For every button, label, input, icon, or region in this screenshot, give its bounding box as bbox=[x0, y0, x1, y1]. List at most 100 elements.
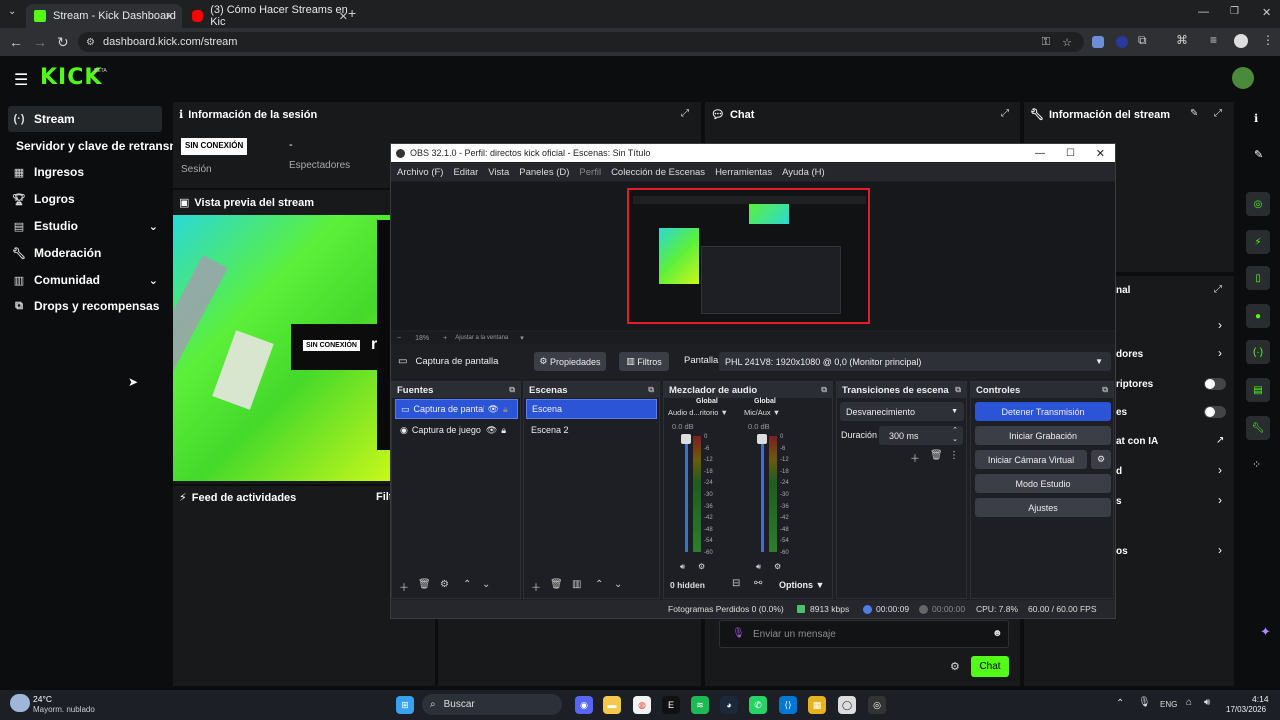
chat-message-input[interactable]: 🎙︎ Enviar un mensaje ☻ bbox=[719, 620, 1009, 648]
studio-mode-button[interactable]: Modo Estudio bbox=[975, 474, 1111, 493]
sidebar-item-moderacion[interactable]: 🔧︎ Moderación bbox=[8, 240, 162, 266]
virtual-camera-button[interactable]: Iniciar Cámara Virtual bbox=[975, 450, 1087, 469]
hamburger-menu-icon[interactable]: ☰ bbox=[14, 70, 28, 90]
tab-kick-dashboard[interactable]: Stream - Kick Dashboard ✕ bbox=[26, 4, 182, 28]
source-item-screen[interactable]: ▭ Captura de pantalla 👁︎ 🔒︎ bbox=[395, 399, 518, 419]
user-avatar[interactable] bbox=[1232, 67, 1254, 89]
move-up-icon[interactable]: ⌃ bbox=[463, 579, 471, 590]
dock-menu-icon[interactable]: ⧉ bbox=[821, 385, 827, 395]
sidebar-item-stream[interactable]: (·) Stream bbox=[8, 106, 162, 132]
scene-item[interactable]: Escena 2 bbox=[526, 420, 657, 440]
sidebar-item-logros[interactable]: 🏆︎ Logros bbox=[8, 186, 162, 212]
link-icon[interactable]: ⚯ bbox=[754, 578, 762, 589]
add-icon[interactable]: ＋ bbox=[531, 579, 541, 594]
lock-icon[interactable]: 🔒︎ bbox=[501, 425, 506, 436]
lock-icon[interactable]: 🔒︎ bbox=[503, 404, 508, 415]
info-icon[interactable]: ℹ bbox=[1254, 112, 1258, 125]
dock-menu-icon[interactable]: ⧉ bbox=[955, 385, 961, 395]
edit-icon[interactable]: ✎ bbox=[1190, 108, 1198, 119]
volume-fader[interactable] bbox=[685, 436, 688, 552]
transition-select[interactable]: Desvanecimiento ▼ bbox=[840, 402, 964, 421]
chrome-icon[interactable]: ◍ bbox=[633, 696, 651, 714]
sidebar-item-comunidad[interactable]: ▥ Comunidad ⌄ bbox=[8, 267, 162, 293]
chevron-down-icon[interactable]: ⌄ bbox=[149, 274, 158, 287]
wrench-icon[interactable]: 🔧︎ bbox=[1246, 416, 1270, 440]
move-down-icon[interactable]: ⌄ bbox=[614, 579, 622, 590]
chat-icon[interactable]: ● bbox=[1246, 304, 1270, 328]
clock-time[interactable]: 4:14 bbox=[1252, 694, 1269, 704]
profile-icon[interactable] bbox=[1234, 34, 1248, 48]
obs-preview-area[interactable] bbox=[391, 182, 1115, 330]
zoom-out-icon[interactable]: − bbox=[397, 335, 401, 342]
discord-icon[interactable]: ◉ bbox=[575, 696, 593, 714]
menu-paneles[interactable]: Paneles (D) bbox=[519, 167, 569, 178]
maximize-window-icon[interactable]: ❐ bbox=[1230, 6, 1239, 17]
back-icon[interactable]: ← bbox=[9, 34, 23, 50]
move-down-icon[interactable]: ⌄ bbox=[482, 579, 490, 590]
eye-icon[interactable]: 👁︎ bbox=[486, 425, 497, 436]
hidden-count[interactable]: 0 hidden bbox=[670, 580, 705, 590]
scene-item[interactable]: Escena bbox=[526, 399, 657, 419]
settings-button[interactable]: Ajustes bbox=[975, 498, 1111, 517]
chevron-down-icon[interactable]: ⌄ bbox=[149, 220, 158, 233]
options-menu[interactable]: Options ▼ bbox=[779, 580, 824, 590]
close-window-icon[interactable]: ✕ bbox=[1262, 6, 1271, 19]
app-icon[interactable]: ▦ bbox=[808, 696, 826, 714]
close-icon[interactable]: ✕ bbox=[1096, 147, 1105, 160]
start-recording-button[interactable]: Iniciar Grabación bbox=[975, 426, 1111, 445]
expand-icon[interactable]: ⤢ bbox=[681, 108, 689, 119]
source-item-game[interactable]: ◉ Captura de juego 👁︎ 🔒︎ bbox=[395, 420, 518, 440]
microphone-icon[interactable]: 🎙︎ bbox=[732, 628, 745, 639]
volume-fader[interactable] bbox=[761, 436, 764, 552]
minimize-icon[interactable]: — bbox=[1035, 148, 1045, 159]
star-icon[interactable]: ☆ bbox=[1062, 36, 1072, 49]
virtual-camera-settings-button[interactable]: ⚙ bbox=[1091, 450, 1111, 469]
preview-canvas[interactable] bbox=[627, 188, 870, 324]
bolt-icon[interactable]: ⚡ bbox=[1246, 230, 1270, 254]
site-info-icon[interactable]: ⚙ bbox=[86, 37, 95, 48]
reading-list-icon[interactable]: ≡ bbox=[1210, 33, 1217, 47]
maximize-icon[interactable]: ☐ bbox=[1066, 148, 1075, 159]
external-link-icon[interactable]: ↗ bbox=[1216, 435, 1224, 446]
expand-icon[interactable]: ⤢ bbox=[1214, 284, 1222, 295]
more-icon[interactable]: ⋮ bbox=[949, 450, 959, 461]
channel-name[interactable]: Audio d...ritorio ▼ bbox=[668, 408, 728, 417]
windows-start-icon[interactable]: ⊞ bbox=[396, 696, 414, 714]
reload-icon[interactable]: ↻ bbox=[57, 34, 69, 51]
volume-icon[interactable]: 🔊︎ bbox=[1204, 697, 1210, 708]
fit-dropdown-icon[interactable]: ▾ bbox=[520, 334, 524, 342]
chat-send-button[interactable]: Chat bbox=[971, 656, 1009, 677]
tab-youtube[interactable]: (3) Cómo Hacer Streams en Kic ✕ bbox=[184, 4, 356, 28]
sidebar-item-estudio[interactable]: ▤ Estudio ⌄ bbox=[8, 213, 162, 239]
tab-search-dropdown-icon[interactable]: ⌄ bbox=[8, 6, 16, 17]
app-icon[interactable]: ◯ bbox=[838, 696, 856, 714]
minimize-window-icon[interactable]: — bbox=[1198, 6, 1209, 18]
broadcast-icon[interactable]: (·) bbox=[1246, 340, 1270, 364]
trash-icon[interactable]: 🗑︎ bbox=[930, 450, 943, 461]
spotify-icon[interactable]: ≋ bbox=[691, 696, 709, 714]
fader-knob[interactable] bbox=[757, 434, 767, 444]
edit-icon[interactable]: ✎ bbox=[1254, 148, 1263, 161]
zoom-in-icon[interactable]: + bbox=[443, 335, 447, 342]
sidebar-item-ingresos[interactable]: ▦ Ingresos bbox=[8, 159, 162, 185]
add-icon[interactable]: ＋ bbox=[910, 450, 920, 465]
sidebar-item-drops[interactable]: ⧉ Drops y recompensas bbox=[8, 293, 162, 319]
weather-icon[interactable] bbox=[10, 694, 30, 712]
scene-filter-icon[interactable]: ▥ bbox=[572, 579, 581, 590]
menu-coleccion[interactable]: Colección de Escenas bbox=[611, 167, 705, 178]
mute-icon[interactable]: 🔊︎ bbox=[680, 562, 685, 572]
vscode-icon[interactable]: ⟨⟩ bbox=[779, 696, 797, 714]
language-indicator[interactable]: ENG bbox=[1160, 700, 1177, 709]
dock-menu-icon[interactable]: ⧉ bbox=[509, 385, 515, 395]
chevron-right-icon[interactable]: › bbox=[1218, 543, 1222, 557]
move-up-icon[interactable]: ⌃ bbox=[595, 579, 603, 590]
menu-vista[interactable]: Vista bbox=[488, 167, 509, 178]
menu-ayuda[interactable]: Ayuda (H) bbox=[782, 167, 825, 178]
layout-icon[interactable]: ▤ bbox=[1246, 378, 1270, 402]
obs-taskbar-icon[interactable]: ◎ bbox=[868, 696, 886, 714]
extension-1-icon[interactable] bbox=[1092, 36, 1104, 48]
expand-icon[interactable]: ⤢ bbox=[1214, 108, 1222, 119]
duration-input[interactable]: 300 ms ⌃ ⌄ bbox=[879, 426, 963, 445]
display-select[interactable]: PHL 241V8: 1920x1080 @ 0,0 (Monitor prin… bbox=[719, 352, 1111, 371]
trash-icon[interactable]: 🗑︎ bbox=[550, 579, 563, 590]
